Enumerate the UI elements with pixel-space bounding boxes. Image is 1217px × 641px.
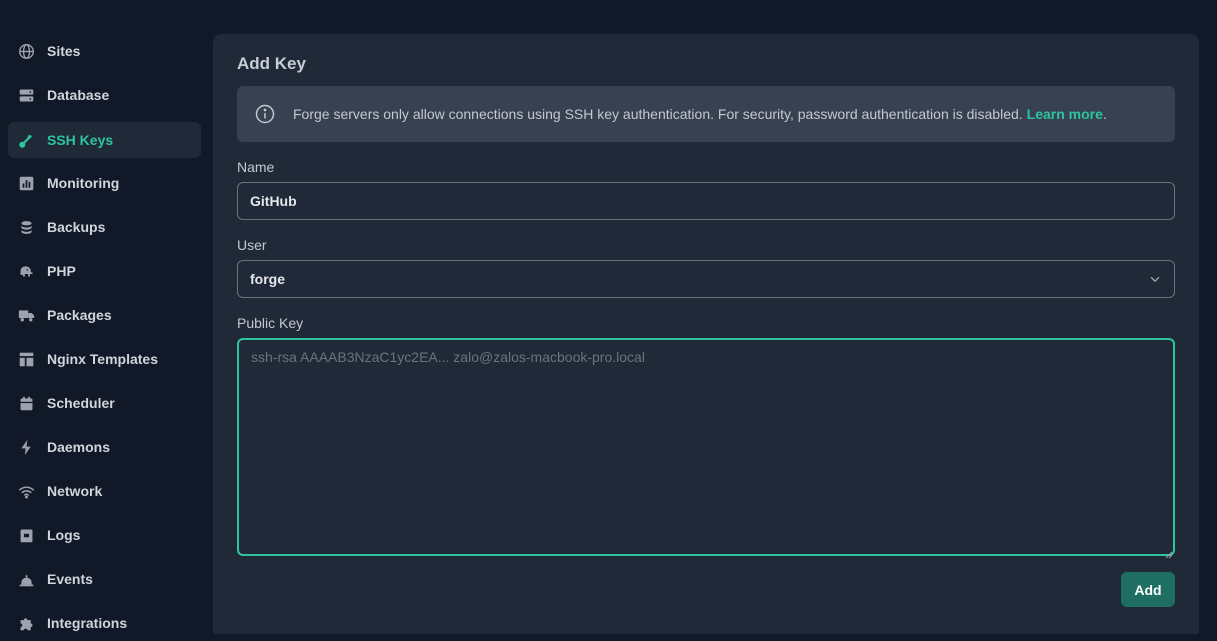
resize-handle-icon[interactable] <box>1165 546 1173 559</box>
chart-icon <box>17 174 35 192</box>
public-key-textarea[interactable] <box>237 338 1175 556</box>
info-icon <box>255 104 275 124</box>
alert-text: Forge servers only allow connections usi… <box>293 106 1023 122</box>
sidebar-item-backups[interactable]: Backups <box>8 209 201 245</box>
stack-icon <box>17 218 35 236</box>
sidebar-item-packages[interactable]: Packages <box>8 297 201 333</box>
template-icon <box>17 350 35 368</box>
key-icon <box>17 131 35 149</box>
sidebar-item-label: Packages <box>47 307 112 323</box>
sidebar-item-label: Integrations <box>47 615 128 631</box>
bell-icon <box>17 570 35 588</box>
sidebar-item-label: Backups <box>47 219 106 235</box>
sidebar-item-label: Database <box>47 87 110 103</box>
sidebar-item-network[interactable]: Network <box>8 473 201 509</box>
sidebar-item-logs[interactable]: Logs <box>8 517 201 553</box>
archive-icon <box>17 526 35 544</box>
add-button[interactable]: Add <box>1121 572 1175 607</box>
sidebar-item-label: Nginx Templates <box>47 351 158 367</box>
puzzle-icon <box>17 614 35 632</box>
sidebar-item-label: Sites <box>47 43 81 59</box>
sidebar-item-label: Events <box>47 571 93 587</box>
sidebar-item-database[interactable]: Database <box>8 77 201 113</box>
sidebar-item-scheduler[interactable]: Scheduler <box>8 385 201 421</box>
sidebar-item-ssh-keys[interactable]: SSH Keys <box>8 122 201 158</box>
wifi-icon <box>17 482 35 500</box>
alert-period: . <box>1102 106 1107 122</box>
sidebar-item-nginx-templates[interactable]: Nginx Templates <box>8 341 201 377</box>
panel-title: Add Key <box>237 54 306 73</box>
sidebar-item-monitoring[interactable]: Monitoring <box>8 165 201 201</box>
bolt-icon <box>17 438 35 456</box>
name-label: Name <box>237 159 275 175</box>
sidebar-item-label: Network <box>47 483 103 499</box>
info-alert: Forge servers only allow connections usi… <box>237 86 1175 142</box>
sidebar-item-label: Monitoring <box>47 175 120 191</box>
sidebar-item-label: PHP <box>47 263 76 279</box>
sidebar-item-sites[interactable]: Sites <box>8 33 201 69</box>
learn-more-link[interactable]: Learn more <box>1027 106 1103 122</box>
sidebar-item-php[interactable]: PHP <box>8 253 201 289</box>
sidebar-item-label: Scheduler <box>47 395 115 411</box>
calendar-icon <box>17 394 35 412</box>
user-label: User <box>237 237 267 253</box>
public-key-label: Public Key <box>237 315 304 331</box>
name-input[interactable] <box>237 182 1175 220</box>
sidebar-item-label: Daemons <box>47 439 111 455</box>
chevron-down-icon <box>1148 272 1162 286</box>
add-key-panel: Add Key Forge servers only allow connect… <box>213 34 1199 634</box>
sidebar-item-label: SSH Keys <box>47 132 114 148</box>
sidebar-item-integrations[interactable]: Integrations <box>8 605 201 641</box>
sidebar-item-label: Logs <box>47 527 81 543</box>
user-select[interactable]: forge <box>237 260 1175 298</box>
database-icon <box>17 86 35 104</box>
truck-icon <box>17 306 35 324</box>
globe-icon <box>17 42 35 60</box>
elephant-icon <box>17 262 35 280</box>
sidebar-item-events[interactable]: Events <box>8 561 201 597</box>
sidebar-item-daemons[interactable]: Daemons <box>8 429 201 465</box>
sidebar: Sites Database SSH Keys Monitoring Backu… <box>0 0 213 634</box>
user-select-value: forge <box>250 271 285 287</box>
